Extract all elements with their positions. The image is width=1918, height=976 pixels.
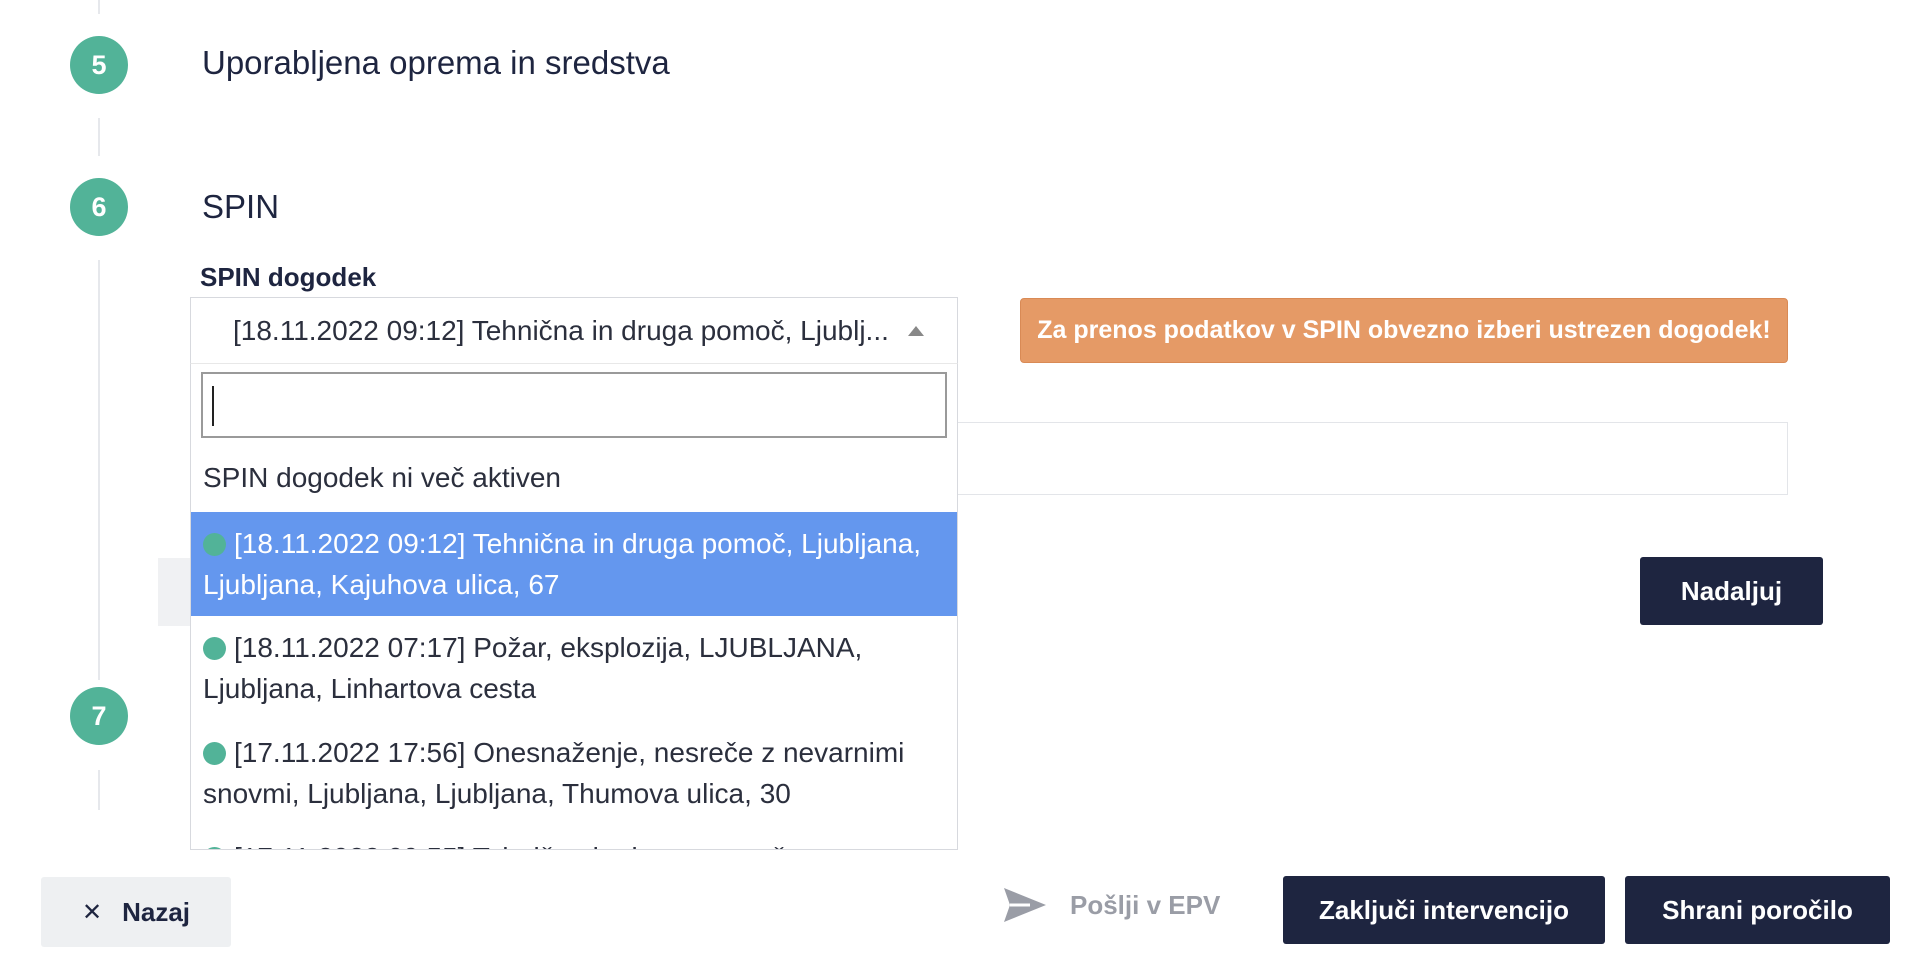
- spin-event-select[interactable]: [18.11.2022 09:12] Tehnična in druga pom…: [190, 297, 958, 363]
- spin-event-selected-value: [18.11.2022 09:12] Tehnična in druga pom…: [233, 315, 889, 346]
- finish-intervention-button[interactable]: Zaključi intervencijo: [1283, 876, 1605, 944]
- stepper-line: [98, 0, 100, 14]
- dropdown-option[interactable]: [18.11.2022 09:12] Tehnična in druga pom…: [191, 512, 957, 616]
- dropdown-option[interactable]: [17.11.2022 17:56] Onesnaženje, nesreče …: [191, 732, 957, 814]
- hidden-button[interactable]: [158, 558, 190, 626]
- step-number-badge: 7: [70, 687, 128, 745]
- paper-plane-icon: [1004, 888, 1046, 922]
- dropdown-option-label: [17.11.2022 17:56] Onesnaženje, nesreče …: [203, 737, 905, 809]
- status-dot-icon: [203, 742, 226, 765]
- spin-secondary-input[interactable]: [958, 422, 1788, 495]
- dropdown-option[interactable]: [18.11.2022 07:17] Požar, eksplozija, LJ…: [191, 627, 957, 709]
- status-dot-icon: [203, 637, 226, 660]
- back-button-label: Nazaj: [122, 896, 191, 927]
- spin-event-dropdown: SPIN dogodek ni več aktiven [18.11.2022 …: [190, 363, 958, 850]
- text-cursor: [212, 386, 214, 426]
- stepper-line: [98, 260, 100, 680]
- step-number-badge: 6: [70, 178, 128, 236]
- spin-event-search-input[interactable]: [201, 372, 947, 438]
- status-dot-icon: [203, 533, 226, 556]
- spin-event-label: SPIN dogodek: [200, 262, 377, 292]
- dropdown-option-label: [17.11.2022 09:55] Tehnična in druga pom…: [234, 842, 786, 849]
- step-number-badge: 5: [70, 36, 128, 94]
- continue-button[interactable]: Nadaljuj: [1640, 557, 1823, 625]
- status-dot-icon: [203, 847, 226, 849]
- dropdown-option-label: [18.11.2022 07:17] Požar, eksplozija, LJ…: [203, 632, 863, 704]
- caret-up-icon: [908, 326, 924, 336]
- send-to-epv-button[interactable]: Pošlji v EPV: [1002, 880, 1220, 930]
- spin-warning-alert: Za prenos podatkov v SPIN obvezno izberi…: [1020, 298, 1788, 363]
- stepper-line: [98, 118, 100, 156]
- save-report-button[interactable]: Shrani poročilo: [1625, 876, 1890, 944]
- send-to-epv-label: Pošlji v EPV: [1070, 889, 1221, 920]
- dropdown-option[interactable]: [17.11.2022 09:55] Tehnična in druga pom…: [191, 837, 957, 849]
- close-icon: ✕: [81, 898, 103, 926]
- back-button[interactable]: ✕ Nazaj: [41, 877, 231, 947]
- step-title-equipment[interactable]: Uporabljena oprema in sredstva: [202, 44, 670, 82]
- step-title-spin[interactable]: SPIN: [202, 188, 279, 226]
- dropdown-option-label: SPIN dogodek ni več aktiven: [203, 462, 561, 493]
- dropdown-option-inactive[interactable]: SPIN dogodek ni več aktiven: [191, 457, 957, 498]
- stepper-line: [98, 770, 100, 810]
- dropdown-option-label: [18.11.2022 09:12] Tehnična in druga pom…: [203, 528, 922, 600]
